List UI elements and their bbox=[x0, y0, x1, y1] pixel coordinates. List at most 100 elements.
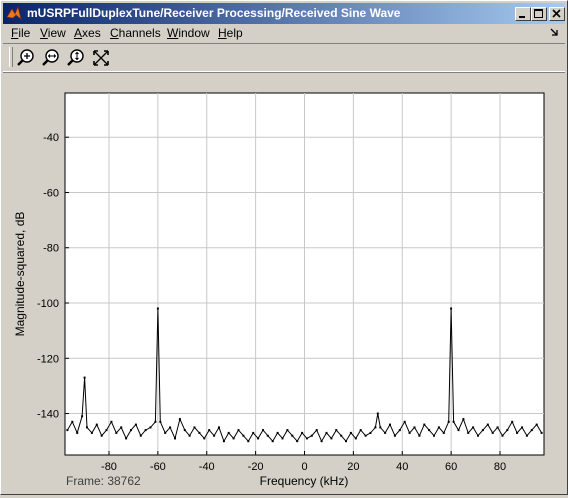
x-tick-label: 0 bbox=[301, 461, 307, 473]
spectrum-point bbox=[247, 440, 250, 443]
spectrum-point bbox=[354, 437, 357, 440]
spectrum-point bbox=[144, 429, 147, 432]
x-tick-label: 40 bbox=[396, 461, 408, 473]
spectrum-point bbox=[271, 440, 274, 443]
spectrum-point bbox=[433, 434, 435, 437]
y-tick-label: -140 bbox=[37, 409, 59, 421]
spectrum-point bbox=[442, 431, 445, 434]
spectrum-point bbox=[266, 434, 269, 437]
minimize-button[interactable] bbox=[515, 7, 531, 21]
spectrum-point bbox=[491, 431, 494, 434]
title-bar[interactable]: mUSRPFullDuplexTune/Receiver Processing/… bbox=[3, 3, 565, 24]
spectrum-point bbox=[242, 434, 245, 437]
spectrum-point bbox=[501, 434, 504, 437]
spectrum-point bbox=[198, 431, 201, 434]
spectrum-point bbox=[81, 415, 84, 418]
spectrum-point bbox=[105, 429, 108, 432]
spectrum-point bbox=[398, 429, 401, 432]
spectrum-point bbox=[115, 431, 118, 434]
spectrum-point bbox=[516, 431, 519, 434]
spectrum-point bbox=[345, 440, 347, 443]
spectrum-point bbox=[203, 437, 206, 440]
spectrum-point bbox=[276, 431, 279, 434]
menu-help[interactable]: Help bbox=[218, 26, 243, 40]
spectrum-point bbox=[252, 431, 255, 434]
spectrum-point bbox=[320, 440, 323, 443]
dock-arrow-icon[interactable] bbox=[549, 25, 559, 39]
spectrum-point bbox=[477, 434, 479, 437]
spectrum-point bbox=[237, 429, 240, 432]
x-tick-label: 20 bbox=[347, 461, 359, 473]
minimize-icon bbox=[519, 16, 525, 18]
spectrum-point bbox=[325, 431, 328, 434]
spectrum-point bbox=[90, 431, 93, 434]
spectrum-point bbox=[257, 437, 260, 440]
close-button[interactable] bbox=[549, 7, 565, 21]
zoom-y-icon[interactable] bbox=[65, 47, 87, 69]
spectrum-point bbox=[76, 431, 79, 434]
spectrum-point bbox=[374, 426, 377, 429]
spectrum-point bbox=[110, 420, 113, 423]
menu-view[interactable]: View bbox=[40, 26, 66, 40]
spectrum-point bbox=[330, 437, 333, 440]
spectrum-point bbox=[496, 426, 499, 429]
spectrum-point bbox=[130, 429, 132, 432]
y-axis-label: Magnitude-squared, dB bbox=[13, 212, 27, 337]
menu-window[interactable]: Window bbox=[167, 26, 210, 40]
autoscale-icon[interactable] bbox=[90, 47, 112, 69]
y-tick-label: -60 bbox=[43, 187, 59, 199]
spectrum-point bbox=[188, 434, 191, 437]
y-tick-label: -80 bbox=[43, 243, 59, 255]
spectrum-point bbox=[232, 437, 235, 440]
spectrum-point bbox=[301, 431, 304, 434]
spectrum-point bbox=[511, 420, 514, 423]
spectrum-point bbox=[364, 434, 367, 437]
spectrum-point bbox=[389, 423, 391, 426]
spectrum-point bbox=[428, 429, 431, 432]
frame-counter: Frame: 38762 bbox=[66, 474, 141, 488]
x-tick-label: 60 bbox=[445, 461, 457, 473]
spectrum-point bbox=[349, 431, 352, 434]
x-tick-label: -40 bbox=[199, 461, 215, 473]
maximize-button[interactable] bbox=[531, 7, 547, 21]
spectrum-point bbox=[154, 420, 157, 423]
menu-axes[interactable]: Axes bbox=[74, 26, 101, 40]
zoom-in-icon[interactable] bbox=[15, 47, 37, 69]
spectrum-point bbox=[521, 426, 523, 429]
spectrum-point bbox=[125, 437, 128, 440]
spectrum-point bbox=[178, 418, 181, 421]
spectrum-point bbox=[86, 426, 88, 429]
spectrum-point bbox=[281, 437, 284, 440]
spectrum-point bbox=[213, 434, 216, 437]
spectrum-point bbox=[506, 429, 509, 432]
toolbar bbox=[3, 43, 565, 72]
spectrum-point bbox=[310, 434, 313, 437]
y-tick-label: -100 bbox=[37, 298, 59, 310]
spectrum-point bbox=[408, 431, 411, 434]
spectrum-point bbox=[462, 418, 465, 421]
menu-channels[interactable]: Channels bbox=[110, 26, 161, 40]
spectrum-point bbox=[291, 434, 294, 437]
spectrum-point bbox=[174, 437, 176, 440]
spectrum-point bbox=[472, 426, 475, 429]
zoom-x-icon[interactable] bbox=[40, 47, 62, 69]
spectrum-point bbox=[393, 434, 396, 437]
spectrum-point bbox=[450, 307, 453, 310]
spectrum-point bbox=[418, 434, 421, 437]
spectrum-point bbox=[83, 376, 86, 379]
x-tick-label: -60 bbox=[150, 461, 166, 473]
close-icon bbox=[552, 9, 561, 18]
spectrum-point bbox=[262, 429, 264, 432]
spectrum-point bbox=[530, 429, 533, 432]
menu-file[interactable]: File bbox=[11, 26, 30, 40]
spectrum-point bbox=[208, 429, 211, 432]
spectrum-point bbox=[437, 426, 440, 429]
maximize-icon bbox=[534, 9, 543, 18]
spectrum-point bbox=[120, 426, 123, 429]
spectrum-point bbox=[183, 429, 186, 432]
spectrum-point bbox=[286, 429, 289, 432]
spectrum-point bbox=[71, 420, 74, 423]
toolbar-grip bbox=[9, 47, 13, 67]
spectrum-point bbox=[218, 426, 220, 429]
spectrum-point bbox=[139, 434, 142, 437]
